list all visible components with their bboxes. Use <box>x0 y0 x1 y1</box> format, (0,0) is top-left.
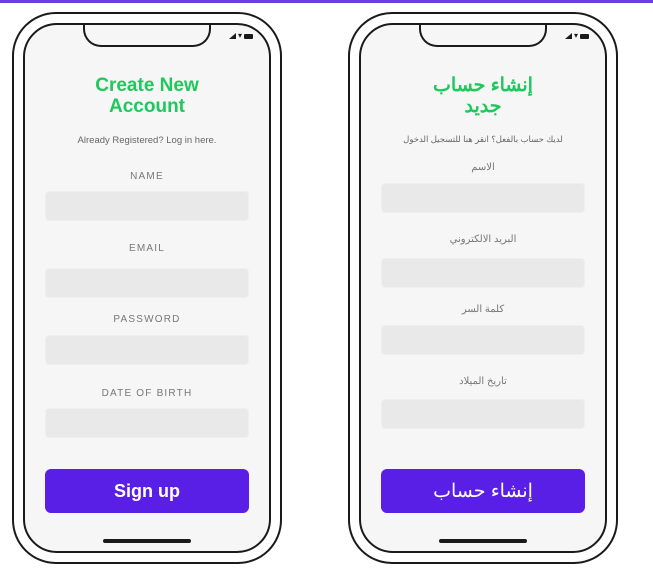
password-label: كلمة السر <box>461 304 505 315</box>
sign-up-button[interactable]: Sign up <box>45 469 249 513</box>
email-field[interactable] <box>381 258 585 288</box>
phone-notch <box>419 25 547 47</box>
title-line-2: Account <box>109 96 185 117</box>
email-field[interactable] <box>45 268 249 298</box>
password-label: PASSWORD <box>113 314 181 325</box>
email-label: EMAIL <box>128 243 165 254</box>
status-bar-icons: ▾ <box>564 31 589 40</box>
name-label: NAME <box>130 171 164 182</box>
phone-screen: ▾ إنشاء حساب جديد لديك حساب بالفعل؟ انقر… <box>359 23 607 553</box>
page-title: Create New Account <box>25 75 269 117</box>
battery-icon <box>580 33 589 39</box>
login-link[interactable]: لديك حساب بالفعل؟ انقر هنا للتسجيل الدخو… <box>361 134 605 145</box>
title-line-1: إنشاء حساب <box>433 75 533 96</box>
home-indicator <box>103 539 191 543</box>
date-of-birth-field[interactable] <box>381 399 585 429</box>
login-link[interactable]: Already Registered? Log in here. <box>25 135 269 146</box>
phone-mockup-arabic: ▾ إنشاء حساب جديد لديك حساب بالفعل؟ انقر… <box>348 12 618 564</box>
phone-screen: ▾ Create New Account Already Registered?… <box>23 23 271 553</box>
top-accent-bar <box>0 0 653 3</box>
signal-icon <box>228 33 236 39</box>
date-of-birth-field[interactable] <box>45 408 249 438</box>
battery-icon <box>244 33 253 39</box>
name-field[interactable] <box>381 183 585 213</box>
password-field[interactable] <box>381 325 585 355</box>
email-label: البريد الالكتروني <box>449 234 517 245</box>
page-title: إنشاء حساب جديد <box>361 75 605 117</box>
title-line-2: جديد <box>464 96 502 117</box>
password-field[interactable] <box>45 335 249 365</box>
phone-mockup-english: ▾ Create New Account Already Registered?… <box>12 12 282 564</box>
name-field[interactable] <box>45 191 249 221</box>
phone-notch <box>83 25 211 47</box>
title-line-1: Create New <box>95 75 199 96</box>
name-label: الاسم <box>471 162 495 173</box>
status-bar-icons: ▾ <box>228 31 253 40</box>
signal-icon <box>564 33 572 39</box>
sign-up-button[interactable]: إنشاء حساب <box>381 469 585 513</box>
wifi-icon: ▾ <box>573 31 578 40</box>
date-of-birth-label: DATE OF BIRTH <box>101 388 193 399</box>
date-of-birth-label: تاريخ الميلاد <box>459 376 507 387</box>
wifi-icon: ▾ <box>237 31 242 40</box>
home-indicator <box>439 539 527 543</box>
